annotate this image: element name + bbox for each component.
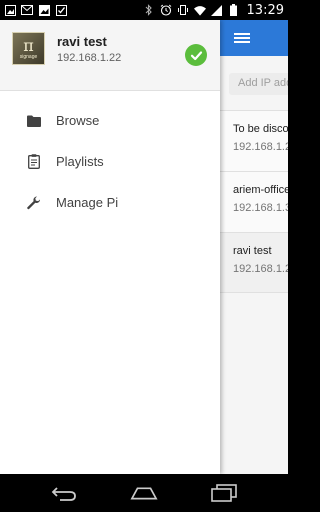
device-name: To be discovered [233,123,288,135]
recent-apps-button-icon[interactable] [210,483,238,503]
screen: 13:29 Add IP address To be discovered 19… [0,0,288,512]
drawer-nav: Browse Playlists Manage Pi [0,91,220,223]
nav-item-label: Manage Pi [56,195,119,210]
device-ip: 192.168.1.2 [233,141,288,153]
status-bar: 13:29 [0,0,288,20]
connected-check-icon [185,44,207,66]
device-list-item[interactable]: To be discovered 192.168.1.2 [220,110,288,171]
navigation-drawer: π signage ravi test 192.168.1.22 Browse … [0,20,220,474]
battery-icon [228,4,240,16]
gmail-icon [21,4,33,16]
alarm-icon [160,4,172,16]
home-button-icon[interactable] [130,483,158,503]
device-name: ravi test [57,34,107,49]
nav-item-playlists[interactable]: Playlists [0,141,220,182]
device-ip: 192.168.1.22 [57,52,122,64]
device-avatar: π signage [12,32,45,65]
nav-item-label: Playlists [56,154,104,169]
bluetooth-icon [143,4,155,16]
wrench-icon [26,195,42,211]
hamburger-menu-icon[interactable] [234,30,250,46]
image-icon [4,4,16,16]
folder-icon [26,113,42,129]
status-time: 13:29 [246,2,284,18]
nav-item-manage-pi[interactable]: Manage Pi [0,182,220,223]
back-button-icon[interactable] [50,483,78,503]
checkbox-icon [55,4,67,16]
drawer-header[interactable]: π signage ravi test 192.168.1.22 [0,20,220,91]
pi-logo-text: signage [19,53,38,60]
wifi-icon [193,4,206,16]
device-ip: 192.168.1.3 [233,202,288,214]
gallery-icon [38,4,50,16]
device-name: ariem-office [233,184,288,196]
device-list-item-selected[interactable]: ravi test 192.168.1.22 [220,232,288,293]
device-list-item[interactable]: ariem-office 192.168.1.3 [220,171,288,232]
device-list: To be discovered 192.168.1.2 ariem-offic… [220,110,288,293]
device-ip: 192.168.1.22 [233,263,288,275]
signal-icon [211,4,223,16]
vibrate-icon [177,4,189,16]
nav-item-browse[interactable]: Browse [0,100,220,141]
device-name: ravi test [233,245,272,257]
nav-item-label: Browse [56,113,100,128]
system-nav-bar [0,474,288,512]
add-ip-input[interactable]: Add IP address [229,73,288,95]
clipboard-icon [26,154,42,170]
pi-logo-symbol: π [23,35,34,55]
